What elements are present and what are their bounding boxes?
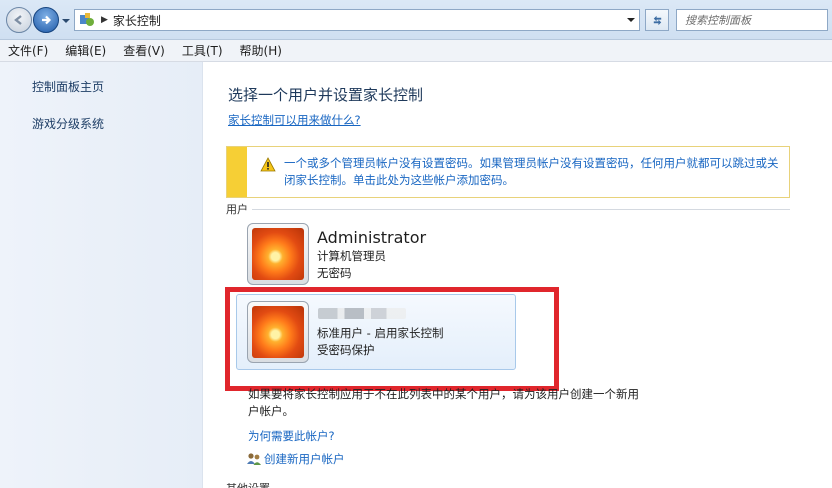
create-account-label[interactable]: 创建新用户帐户: [264, 451, 345, 467]
address-toolbar: ▶ 家长控制 搜索控制面板: [0, 0, 832, 40]
users-divider: [252, 209, 790, 210]
users-section-label: 用户: [226, 203, 248, 216]
address-dropdown-icon[interactable]: [627, 16, 635, 24]
highlight-annotation-box: [225, 287, 559, 391]
info-text: 如果要将家长控制应用于不在此列表中的某个用户，请为该用户创建一个新用户帐户。: [248, 387, 639, 418]
history-dropdown-icon[interactable]: [61, 16, 71, 26]
warning-message[interactable]: 一个或多个管理员帐户没有设置密码。如果管理员帐户没有设置密码，任何用户就都可以跳…: [284, 155, 784, 189]
search-input[interactable]: 搜索控制面板: [676, 9, 828, 31]
address-box[interactable]: ▶ 家长控制: [74, 9, 640, 31]
breadcrumb-current[interactable]: 家长控制: [113, 12, 161, 29]
warning-stripe: [227, 147, 247, 197]
menu-view[interactable]: 查看(V): [123, 42, 165, 59]
why-account-link[interactable]: 为何需要此帐户?: [248, 428, 335, 444]
user-name[interactable]: Administrator: [317, 228, 426, 247]
left-navigation-pane: 控制面板主页 游戏分级系统: [0, 62, 203, 488]
forward-button[interactable]: [33, 7, 59, 33]
forward-arrow-icon: [42, 15, 52, 25]
flower-avatar-icon: [252, 228, 304, 280]
breadcrumb-separator-icon[interactable]: ▶: [101, 15, 108, 25]
warning-icon: [260, 157, 276, 172]
back-arrow-icon: [14, 15, 22, 25]
menu-edit[interactable]: 编辑(E): [65, 42, 106, 59]
create-account-link[interactable]: 创建新用户帐户: [246, 451, 345, 467]
back-button[interactable]: [6, 7, 32, 33]
game-rating-systems-link[interactable]: 游戏分级系统: [32, 115, 104, 132]
menu-file[interactable]: 文件(F): [8, 42, 48, 59]
menu-help[interactable]: 帮助(H): [240, 42, 282, 59]
help-link[interactable]: 家长控制可以用来做什么?: [228, 112, 361, 128]
menu-tools[interactable]: 工具(T): [182, 42, 223, 59]
user-role: 计算机管理员: [317, 249, 386, 263]
other-settings-label: 其他设置: [226, 480, 270, 488]
page-title: 选择一个用户并设置家长控制: [228, 86, 424, 104]
control-panel-home-link[interactable]: 控制面板主页: [32, 78, 104, 95]
control-panel-icon: [80, 13, 94, 26]
user-status: 无密码: [317, 266, 352, 280]
menu-bar: 文件(F) 编辑(E) 查看(V) 工具(T) 帮助(H): [0, 40, 832, 62]
users-icon: [247, 453, 261, 465]
refresh-icon: [653, 15, 661, 25]
warning-banner[interactable]: 一个或多个管理员帐户没有设置密码。如果管理员帐户没有设置密码，任何用户就都可以跳…: [226, 146, 790, 198]
refresh-button[interactable]: [645, 9, 669, 31]
avatar[interactable]: [247, 223, 309, 285]
